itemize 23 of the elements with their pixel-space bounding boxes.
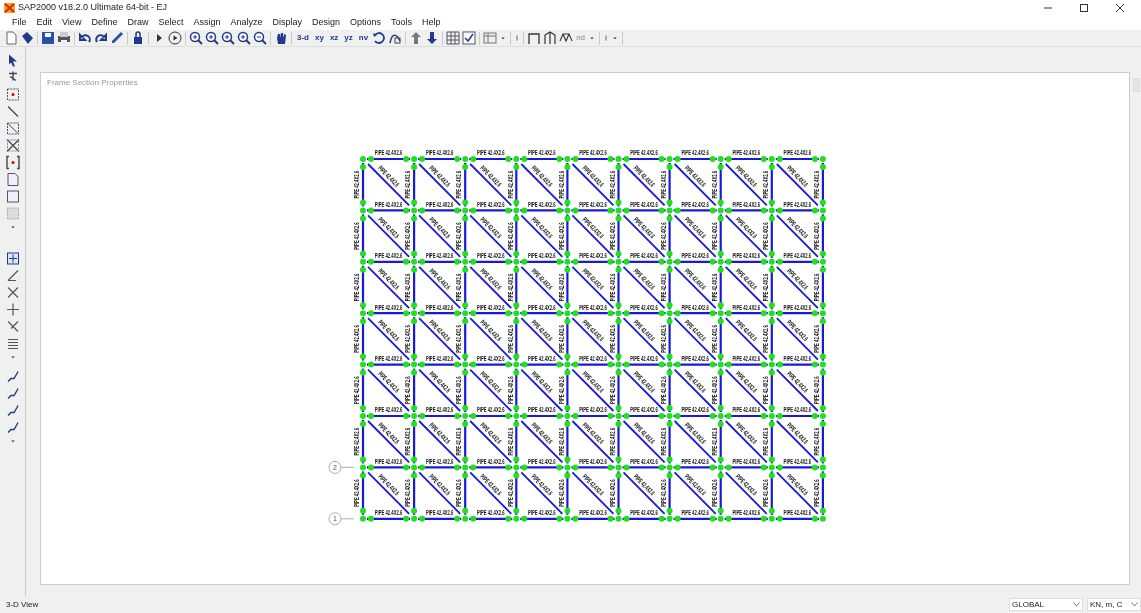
view-button[interactable]: xz <box>327 32 341 44</box>
menu-item[interactable]: Design <box>307 15 345 30</box>
units-dropdown[interactable]: KN, m, C <box>1087 598 1141 611</box>
menu-item[interactable]: View <box>57 15 87 30</box>
menu-item[interactable]: Tools <box>386 15 418 30</box>
menu-item[interactable]: Select <box>153 15 189 30</box>
view-button[interactable]: nv <box>356 32 371 44</box>
menu-item[interactable]: Assign <box>188 15 226 30</box>
view-button[interactable]: yz <box>342 32 355 44</box>
view-button[interactable]: xy <box>313 32 326 44</box>
viewport-title: Frame Section Properties <box>47 77 138 89</box>
coordinate-dropdown[interactable]: GLOBAL <box>1009 598 1083 611</box>
menu-item[interactable]: Display <box>267 15 307 30</box>
menu-item[interactable]: Help <box>417 15 446 30</box>
status-text: 3-D View <box>6 598 39 611</box>
menu-item[interactable]: Define <box>86 15 123 30</box>
menu-item[interactable]: Edit <box>31 15 58 30</box>
menu-item[interactable]: Analyze <box>225 15 268 30</box>
menu-item[interactable]: File <box>7 15 32 30</box>
window-title: SAP2000 v18.2.0 Ultimate 64-bit - EJ <box>18 0 168 14</box>
menu-item[interactable]: Draw <box>122 15 154 30</box>
view-button[interactable]: 3-d <box>295 32 311 44</box>
menu-item[interactable]: Options <box>345 15 387 30</box>
